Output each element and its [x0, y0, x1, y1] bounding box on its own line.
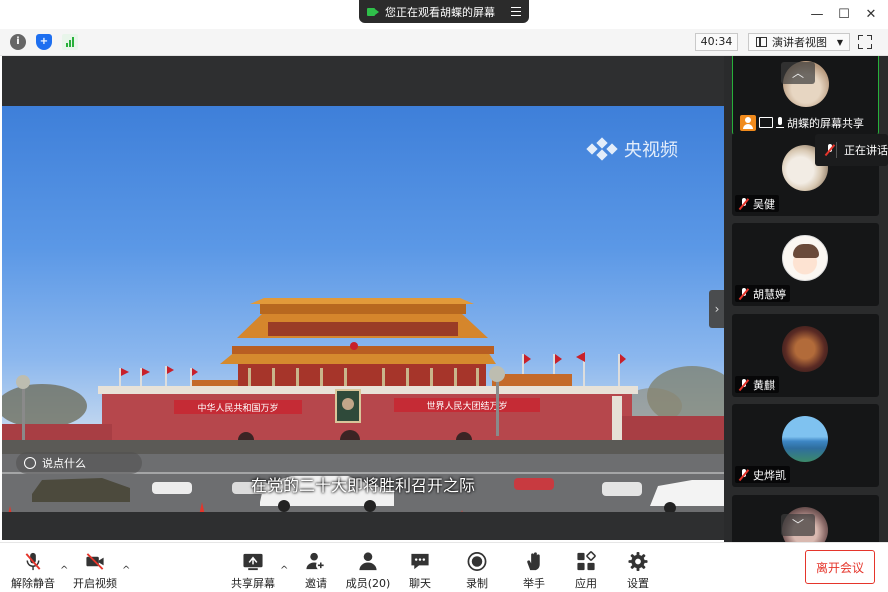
settings-label: 设置	[627, 577, 649, 590]
participant-panel[interactable]: 胡蝶的屏幕共享 ︿ 吴健 胡慧婷 黄麒 史烨凯 ﹀	[724, 56, 888, 542]
settings-button[interactable]: 设置	[608, 551, 668, 591]
participant-name: 黄麒	[753, 378, 775, 392]
meeting-info-bar: i + 40:34 演讲者视图 ▼	[0, 29, 888, 56]
host-user-icon	[740, 114, 756, 131]
close-button[interactable]: ✕	[854, 0, 888, 29]
participant-name-tag: 吴健	[735, 195, 779, 212]
participant-tile[interactable]: 黄麒	[732, 314, 879, 397]
raise-hand-label: 举手	[523, 577, 545, 590]
participant-tile[interactable]: 胡慧婷	[732, 223, 879, 306]
video-subtitle: 在党的二十大即将胜利召开之际	[250, 476, 475, 495]
cctv-logo-icon	[586, 137, 618, 161]
participant-name: 吴健	[753, 197, 775, 211]
apps-label: 应用	[575, 577, 597, 590]
watermark-text: 央视频	[624, 140, 678, 161]
video-off-icon	[86, 553, 104, 570]
screen-share-icon	[759, 117, 773, 128]
network-signal-icon[interactable]	[62, 34, 78, 50]
fullscreen-icon[interactable]	[858, 35, 872, 49]
mic-muted-icon	[739, 197, 749, 210]
add-user-icon	[306, 552, 326, 571]
meeting-toolbar: 解除静音 ^ 开启视频 ^ 共享屏幕 ^ 邀请 成员(20) 聊天 录制 举手 …	[0, 542, 888, 592]
participant-tile[interactable]: 史烨凯	[732, 404, 879, 487]
speaker-view-icon	[756, 37, 767, 47]
raise-hand-button[interactable]: 举手	[504, 551, 564, 591]
unmute-label: 解除静音	[11, 577, 55, 590]
avatar	[782, 416, 828, 462]
gate-banner-left: 中华人民共和国万岁	[197, 402, 278, 414]
speaking-text: 正在讲话	[844, 144, 888, 157]
participant-name: 史烨凯	[753, 468, 786, 482]
mic-muted-icon	[825, 144, 832, 156]
view-mode-label: 演讲者视图	[772, 36, 827, 49]
scroll-up-button[interactable]: ︿	[781, 62, 815, 84]
invite-label: 邀请	[305, 577, 327, 590]
cctv-video-watermark: 央视频	[586, 136, 678, 162]
security-shield-icon[interactable]: +	[36, 34, 52, 50]
invite-button[interactable]: 邀请	[286, 551, 346, 591]
shared-video-frame[interactable]: 中华人民共和国万岁 世界人民大团结万岁 央视频 说点什么 在党的二十大即将胜利召…	[2, 106, 724, 512]
gate-banner-right: 世界人民大团结万岁	[426, 400, 507, 412]
shared-screen-stage: 中华人民共和国万岁 世界人民大团结万岁 央视频 说点什么 在党的二十大即将胜利召…	[2, 56, 725, 540]
collapse-panel-arrow[interactable]: ›	[709, 290, 725, 328]
apps-grid-icon	[577, 551, 596, 571]
participant-name-tag: 史烨凯	[735, 466, 790, 483]
mic-muted-icon	[739, 468, 749, 481]
comment-placeholder: 说点什么	[42, 457, 86, 470]
meeting-timer: 40:34	[695, 33, 738, 51]
view-mode-dropdown[interactable]: 演讲者视图 ▼	[748, 33, 850, 51]
members-icon	[359, 552, 377, 571]
screen-share-label: 胡蝶的屏幕共享	[787, 116, 864, 130]
record-button[interactable]: 录制	[447, 551, 507, 591]
members-button[interactable]: 成员(20)	[338, 551, 398, 591]
record-label: 录制	[466, 577, 488, 590]
info-icon[interactable]: i	[10, 34, 26, 50]
chat-label: 聊天	[409, 577, 431, 590]
start-video-label: 开启视频	[73, 577, 117, 590]
comment-input[interactable]: 说点什么	[16, 452, 142, 474]
leave-meeting-button[interactable]: 离开会议	[805, 550, 875, 584]
apps-button[interactable]: 应用	[556, 551, 616, 591]
share-screen-button[interactable]: 共享屏幕	[223, 551, 283, 591]
mic-muted-icon	[739, 378, 749, 391]
mic-muted-icon	[739, 287, 749, 300]
screen-share-tag: 胡蝶的屏幕共享	[736, 114, 868, 131]
screen-share-status-pill[interactable]: 您正在观看胡蝶的屏幕	[359, 0, 529, 23]
speaking-indicator-popup: 正在讲话	[815, 134, 888, 166]
title-bar: 您正在观看胡蝶的屏幕 — ☐ ✕	[0, 0, 888, 29]
share-screen-label: 共享屏幕	[231, 577, 275, 590]
record-icon	[467, 552, 487, 571]
microphone-icon	[776, 116, 784, 129]
scroll-down-button[interactable]: ﹀	[781, 514, 815, 536]
avatar	[782, 326, 828, 372]
chevron-down-icon: ▼	[836, 37, 843, 47]
chat-button[interactable]: 聊天	[390, 551, 450, 591]
avatar	[782, 235, 828, 281]
hand-icon	[527, 552, 540, 571]
participant-name: 胡慧婷	[753, 287, 786, 301]
members-label: 成员(20)	[345, 577, 391, 590]
screen-share-icon	[243, 553, 263, 571]
video-options-caret[interactable]: ^	[122, 565, 130, 576]
mic-muted-icon	[25, 552, 41, 571]
share-status-text: 您正在观看胡蝶的屏幕	[385, 5, 495, 19]
unmute-button[interactable]: 解除静音	[3, 551, 63, 591]
video-camera-icon	[367, 7, 379, 17]
gear-icon	[628, 551, 648, 572]
participant-name-tag: 黄麒	[735, 376, 779, 393]
start-video-button[interactable]: 开启视频	[65, 551, 125, 591]
participant-name-tag: 胡慧婷	[735, 285, 790, 302]
menu-icon[interactable]	[511, 7, 521, 16]
emoji-icon	[24, 457, 36, 469]
chat-icon	[411, 553, 429, 570]
